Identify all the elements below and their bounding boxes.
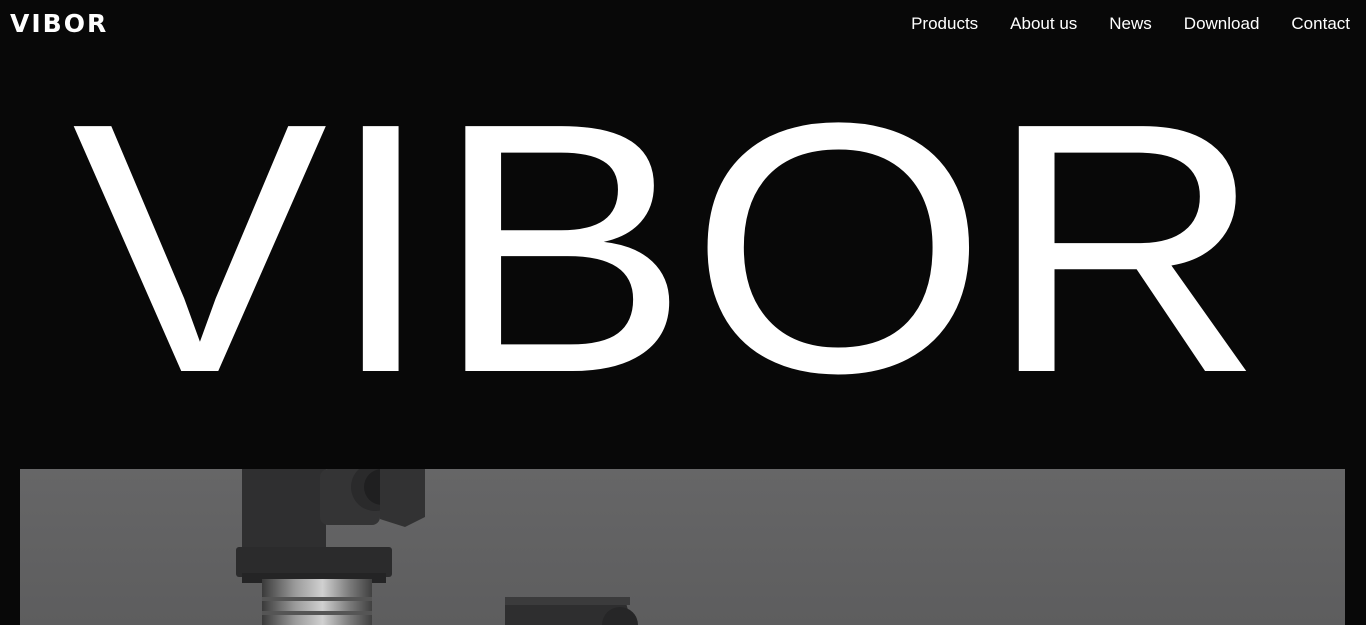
site-logo[interactable]: VIBOR <box>10 9 108 39</box>
nav-link-news[interactable]: News <box>1109 13 1152 35</box>
nav-link-contact[interactable]: Contact <box>1291 13 1350 35</box>
main-nav: Products About us News Download Contact <box>911 13 1350 35</box>
hero-title: VIBOR <box>72 92 1264 392</box>
nav-link-about-us[interactable]: About us <box>1010 13 1077 35</box>
hero-product-image <box>20 469 1345 625</box>
nav-link-products[interactable]: Products <box>911 13 978 35</box>
nav-link-download[interactable]: Download <box>1184 13 1260 35</box>
hero-title-block: VIBOR <box>0 92 1366 392</box>
site-header: VIBOR Products About us News Download Co… <box>0 0 1366 48</box>
pressure-transmitter-product-photo <box>20 469 1345 625</box>
